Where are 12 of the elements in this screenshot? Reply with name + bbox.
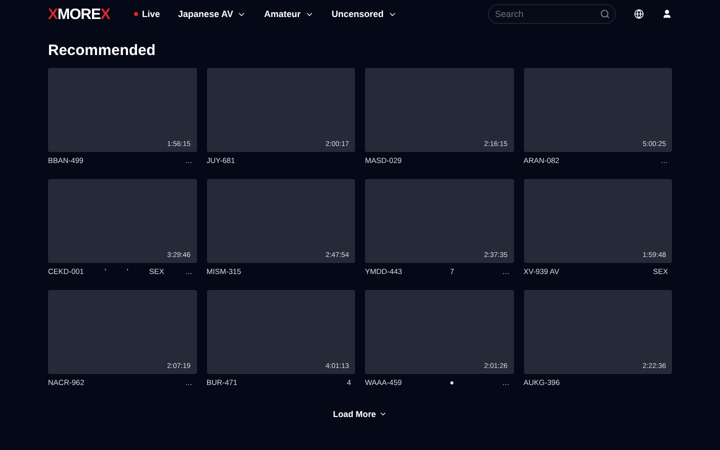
nav-menu[interactable]: Amateur: [264, 9, 314, 19]
user-icon[interactable]: [662, 9, 672, 19]
chevron-icon: [378, 410, 387, 418]
nav-menu[interactable]: Japanese AV: [178, 9, 246, 19]
live-link[interactable]: Live: [134, 9, 160, 19]
globe-icon[interactable]: [634, 9, 644, 19]
nav-menu[interactable]: Uncensored: [332, 9, 397, 19]
site-logo[interactable]: XMOREX: [48, 6, 110, 22]
search-field[interactable]: Search: [488, 4, 616, 24]
load-more-button[interactable]: Load More: [327, 408, 393, 420]
section-title: Recommended: [48, 42, 157, 59]
search-icon[interactable]: [600, 9, 610, 19]
